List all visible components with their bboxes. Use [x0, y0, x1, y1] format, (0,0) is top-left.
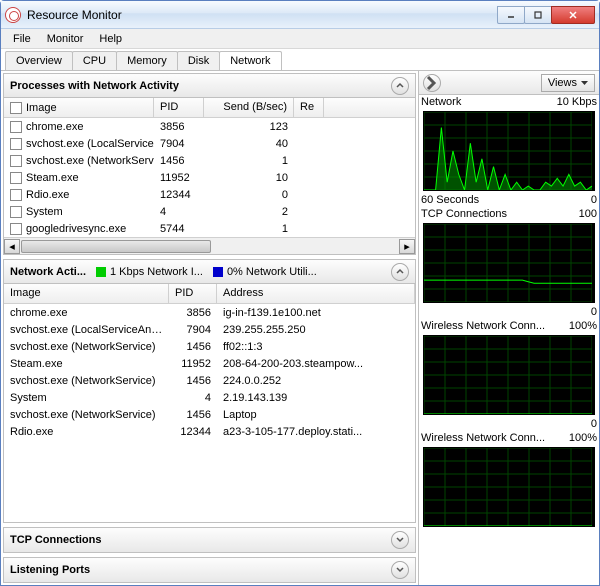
graph-label-top: Wireless Network Conn...100% — [419, 431, 599, 445]
panel-activity-header[interactable]: Network Acti... 1 Kbps Network I... 0% N… — [4, 260, 415, 284]
panel-listening-header[interactable]: Listening Ports — [4, 558, 415, 582]
panel-title: Processes with Network Activity — [10, 80, 179, 92]
column-headers: Image PID Send (B/sec) Re — [4, 98, 415, 118]
graph-0 — [424, 112, 594, 190]
row-checkbox[interactable] — [10, 138, 22, 150]
tab-memory[interactable]: Memory — [116, 51, 178, 70]
chevron-down-icon[interactable] — [391, 561, 409, 579]
table-row[interactable]: svchost.exe (NetworkService)14561 — [4, 152, 415, 169]
graph-3 — [424, 448, 594, 526]
panel-processes-header[interactable]: Processes with Network Activity — [4, 74, 415, 98]
minimize-button[interactable] — [497, 6, 525, 24]
menubar: File Monitor Help — [1, 29, 599, 49]
menu-monitor[interactable]: Monitor — [39, 31, 92, 47]
col-recv[interactable]: Re — [294, 98, 324, 117]
tab-disk[interactable]: Disk — [177, 51, 220, 70]
graph-label-bottom — [419, 529, 599, 531]
panel-tcp-connections: TCP Connections — [3, 527, 416, 553]
row-checkbox[interactable] — [10, 206, 22, 218]
legend-swatch-blue — [213, 267, 223, 277]
row-checkbox[interactable] — [10, 223, 22, 235]
graph-label-top: Network10 Kbps — [419, 95, 599, 109]
row-checkbox[interactable] — [10, 121, 22, 133]
graph-2 — [424, 336, 594, 414]
table-row[interactable]: Rdio.exe123440 — [4, 186, 415, 203]
graph-label-bottom: 60 Seconds0 — [419, 193, 599, 207]
scroll-thumb[interactable] — [21, 240, 211, 253]
tab-overview[interactable]: Overview — [5, 51, 73, 70]
panel-title: Network Acti... — [10, 266, 86, 278]
panel-tcp-header[interactable]: TCP Connections — [4, 528, 415, 552]
tab-network[interactable]: Network — [219, 51, 281, 70]
scroll-left-icon[interactable]: ◂ — [4, 239, 20, 254]
chevron-up-icon[interactable] — [391, 263, 409, 281]
app-icon — [5, 7, 21, 23]
table-row[interactable]: Steam.exe11952208-64-200-203.steampow... — [4, 355, 415, 372]
row-checkbox[interactable] — [10, 189, 22, 201]
panel-title: Listening Ports — [10, 564, 90, 576]
tabstrip: Overview CPU Memory Disk Network — [1, 49, 599, 71]
menu-file[interactable]: File — [5, 31, 39, 47]
col-send[interactable]: Send (B/sec) — [204, 98, 294, 117]
scroll-right-icon[interactable]: ▸ — [399, 239, 415, 254]
column-headers: Image PID Address — [4, 284, 415, 304]
activity-table-body: chrome.exe3856ig-in-f139.1e100.netsvchos… — [4, 304, 415, 522]
col-image[interactable]: Image — [4, 284, 169, 303]
table-row[interactable]: svchost.exe (NetworkService)1456224.0.0.… — [4, 372, 415, 389]
panel-network-activity: Network Acti... 1 Kbps Network I... 0% N… — [3, 259, 416, 523]
legend-swatch-green — [96, 267, 106, 277]
right-header: Views — [419, 71, 599, 95]
col-address[interactable]: Address — [217, 284, 415, 303]
col-pid[interactable]: PID — [169, 284, 217, 303]
table-row[interactable]: System42.19.143.139 — [4, 389, 415, 406]
chevron-up-icon[interactable] — [391, 77, 409, 95]
table-row[interactable]: svchost.exe (LocalServiceAn...790440 — [4, 135, 415, 152]
table-row[interactable]: googledrivesync.exe57441 — [4, 220, 415, 237]
table-row[interactable]: chrome.exe3856ig-in-f139.1e100.net — [4, 304, 415, 321]
panel-listening-ports: Listening Ports — [3, 557, 416, 583]
table-row[interactable]: svchost.exe (NetworkService)1456ff02::1:… — [4, 338, 415, 355]
panel-processes: Processes with Network Activity Image PI… — [3, 73, 416, 255]
tab-cpu[interactable]: CPU — [72, 51, 117, 70]
checkbox-all[interactable] — [10, 102, 22, 114]
right-pane: Views Network10 Kbps 60 Seconds0TCP Conne… — [419, 71, 599, 585]
graph-label-bottom: 0 — [419, 305, 599, 319]
window-title: Resource Monitor — [27, 8, 498, 22]
table-row[interactable]: System42 — [4, 203, 415, 220]
col-pid[interactable]: PID — [154, 98, 204, 117]
table-row[interactable]: Steam.exe1195210 — [4, 169, 415, 186]
table-row[interactable]: chrome.exe3856123 — [4, 118, 415, 135]
collapse-right-icon[interactable] — [423, 74, 441, 92]
col-image[interactable]: Image — [4, 98, 154, 117]
legend: 1 Kbps Network I... 0% Network Utili... — [96, 266, 391, 278]
process-table-body: chrome.exe3856123svchost.exe (LocalServi… — [4, 118, 415, 237]
table-row[interactable]: svchost.exe (NetworkService)1456Laptop — [4, 406, 415, 423]
table-row[interactable]: Rdio.exe12344a23-3-105-177.deploy.stati.… — [4, 423, 415, 440]
close-button[interactable] — [551, 6, 595, 24]
panel-title: TCP Connections — [10, 534, 101, 546]
graph-label-top: TCP Connections100 — [419, 207, 599, 221]
titlebar: Resource Monitor — [1, 1, 599, 29]
row-checkbox[interactable] — [10, 155, 22, 167]
table-row[interactable]: svchost.exe (LocalServiceAndNo...7904239… — [4, 321, 415, 338]
graph-label-top: Wireless Network Conn...100% — [419, 319, 599, 333]
chevron-down-icon[interactable] — [391, 531, 409, 549]
horizontal-scrollbar[interactable]: ◂ ▸ — [4, 237, 415, 254]
graph-1 — [424, 224, 594, 302]
maximize-button[interactable] — [524, 6, 552, 24]
row-checkbox[interactable] — [10, 172, 22, 184]
menu-help[interactable]: Help — [91, 31, 130, 47]
left-pane: Processes with Network Activity Image PI… — [1, 71, 419, 585]
views-button[interactable]: Views — [541, 74, 595, 92]
graph-label-bottom: 0 — [419, 417, 599, 431]
